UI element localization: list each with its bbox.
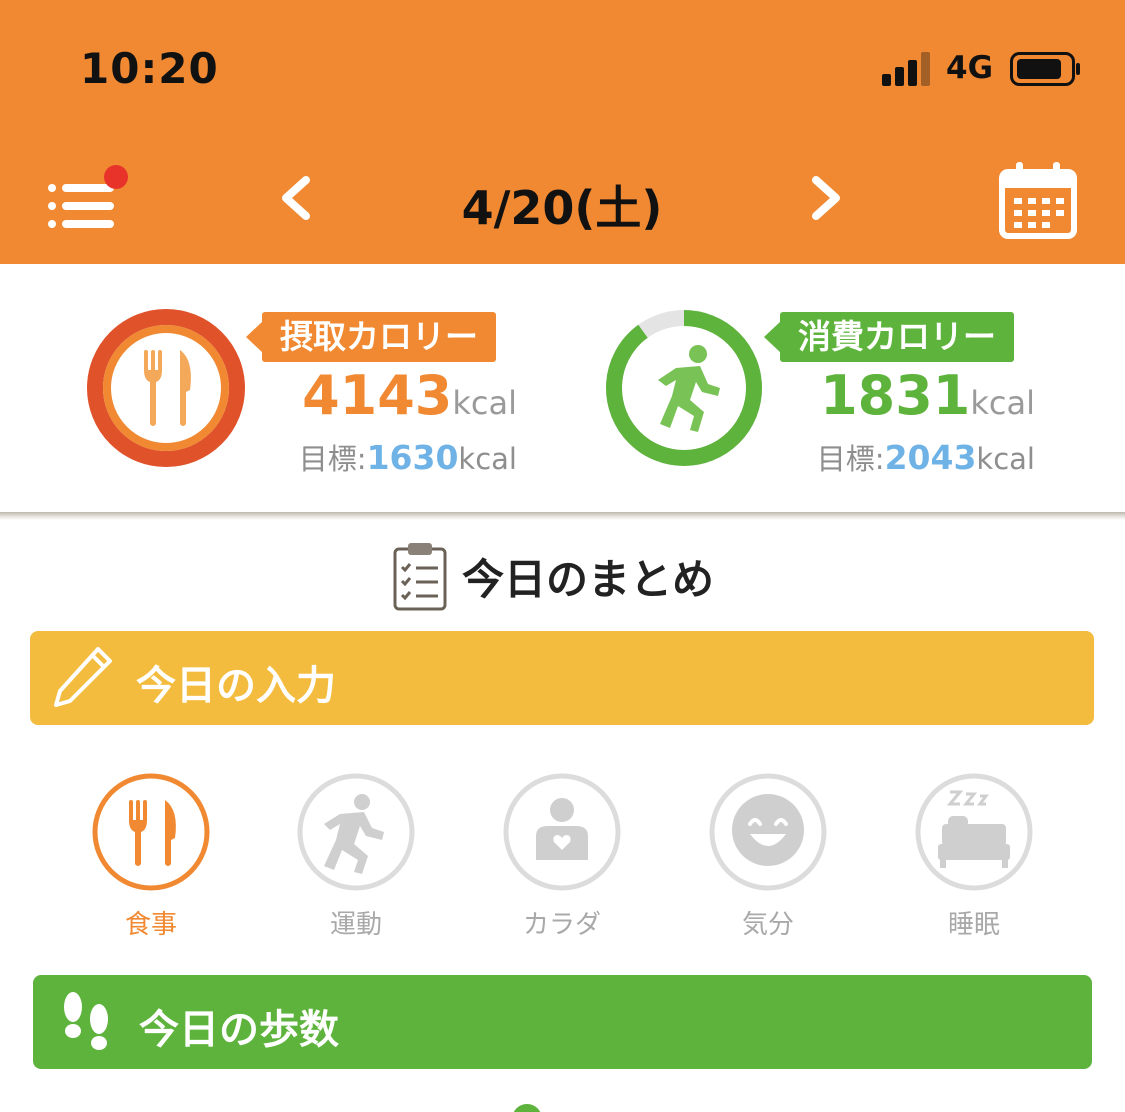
category-exercise[interactable]: 運動 (291, 772, 421, 941)
divider (0, 512, 1125, 520)
category-meal[interactable]: 食事 (86, 772, 216, 941)
chevron-left-icon[interactable] (266, 168, 326, 228)
intake-goal-prefix: 目標: (298, 442, 367, 476)
notification-badge (104, 165, 128, 189)
burned-goal-value: 2043 (884, 438, 977, 477)
burned-goal-prefix: 目標: (816, 442, 885, 476)
summary-title: 今日のまとめ (462, 554, 715, 604)
footprints-icon (64, 992, 108, 1050)
chevron-right-icon[interactable] (796, 168, 856, 228)
fork-knife-icon (92, 773, 210, 891)
steps-indicator (512, 1104, 542, 1112)
clipboard-icon (393, 543, 447, 611)
category-label: 運動 (329, 910, 382, 940)
intake-number: 4143 (302, 364, 453, 427)
calendar-icon[interactable] (996, 160, 1080, 240)
category-label: 食事 (124, 910, 177, 940)
intake-unit: kcal (452, 384, 517, 422)
today-input-title: 今日の入力 (136, 663, 336, 709)
signal-icon (882, 52, 930, 86)
today-input-bar[interactable]: 今日の入力 (30, 631, 1094, 725)
status-time: 10:20 (80, 44, 219, 93)
sleep-icon (915, 773, 1033, 891)
category-label: カラダ (522, 910, 601, 940)
network-type: 4G (946, 50, 994, 86)
burned-ring[interactable] (604, 308, 764, 468)
intake-goal-unit: kcal (458, 442, 517, 476)
burned-label: 消費カロリー (764, 312, 1014, 362)
category-label: 気分 (741, 910, 794, 940)
intake-goal-value: 1630 (366, 438, 459, 477)
intake-ring[interactable] (86, 308, 246, 468)
intake-goal: 目標:1630kcal (299, 436, 517, 478)
category-label: 睡眠 (947, 910, 1000, 940)
intake-value: 4143kcal (302, 364, 517, 427)
category-sleep[interactable]: 睡眠 (909, 772, 1039, 941)
burned-goal: 目標:2043kcal (817, 436, 1035, 478)
body-icon (503, 773, 621, 891)
battery-icon (1010, 52, 1080, 86)
category-mood[interactable]: 気分 (703, 772, 833, 941)
burned-value: 1831kcal (820, 364, 1035, 427)
category-body[interactable]: カラダ (497, 772, 627, 941)
burned-goal-unit: kcal (976, 442, 1035, 476)
today-steps-title: 今日の歩数 (139, 1007, 339, 1053)
running-icon (297, 773, 415, 891)
smile-icon (709, 773, 827, 891)
intake-label: 摂取カロリー (246, 312, 496, 362)
summary-heading: 今日のまとめ (392, 540, 714, 612)
burned-unit: kcal (970, 384, 1035, 422)
today-steps-bar[interactable]: 今日の歩数 (33, 975, 1092, 1069)
pencil-icon (54, 647, 112, 707)
burned-number: 1831 (820, 364, 971, 427)
current-date[interactable]: 4/20(土) (380, 172, 744, 238)
